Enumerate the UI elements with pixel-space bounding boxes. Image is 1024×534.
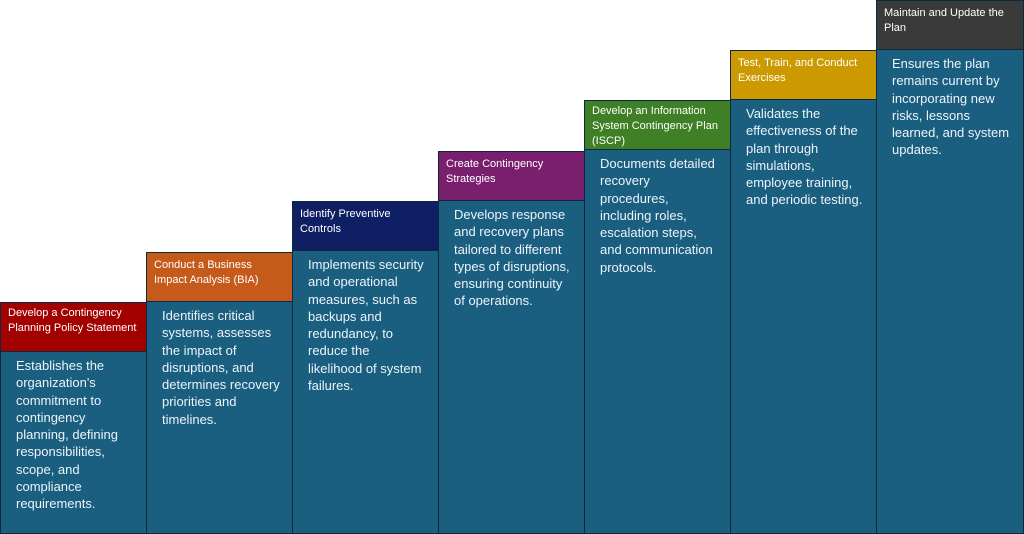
step-test-train-exercise: Test, Train, and Conduct Exercises Valid…: [730, 50, 878, 534]
step-header: Create Contingency Strategies: [438, 151, 586, 201]
step-header: Develop an Information System Contingenc…: [584, 100, 732, 150]
step-header: Develop a Contingency Planning Policy St…: [0, 302, 148, 352]
step-maintain-update: Maintain and Update the Plan Ensures the…: [876, 0, 1024, 534]
step-iscp: Develop an Information System Contingenc…: [584, 100, 732, 534]
step-header: Maintain and Update the Plan: [876, 0, 1024, 50]
step-description: Develops response and recovery plans tai…: [438, 201, 586, 534]
step-policy-statement: Develop a Contingency Planning Policy St…: [0, 302, 148, 534]
step-description: Establishes the organization's commitmen…: [0, 352, 148, 534]
step-header: Conduct a Business Impact Analysis (BIA): [146, 252, 294, 302]
step-description: Ensures the plan remains current by inco…: [876, 50, 1024, 534]
step-description: Documents detailed recovery procedures, …: [584, 150, 732, 534]
step-header: Test, Train, and Conduct Exercises: [730, 50, 878, 100]
step-business-impact-analysis: Conduct a Business Impact Analysis (BIA)…: [146, 252, 294, 534]
step-description: Implements security and operational meas…: [292, 251, 440, 534]
step-contingency-strategies: Create Contingency Strategies Develops r…: [438, 151, 586, 534]
step-header: Identify Preventive Controls: [292, 201, 440, 251]
step-preventive-controls: Identify Preventive Controls Implements …: [292, 201, 440, 534]
step-description: Identifies critical systems, assesses th…: [146, 302, 294, 534]
step-description: Validates the effectiveness of the plan …: [730, 100, 878, 534]
